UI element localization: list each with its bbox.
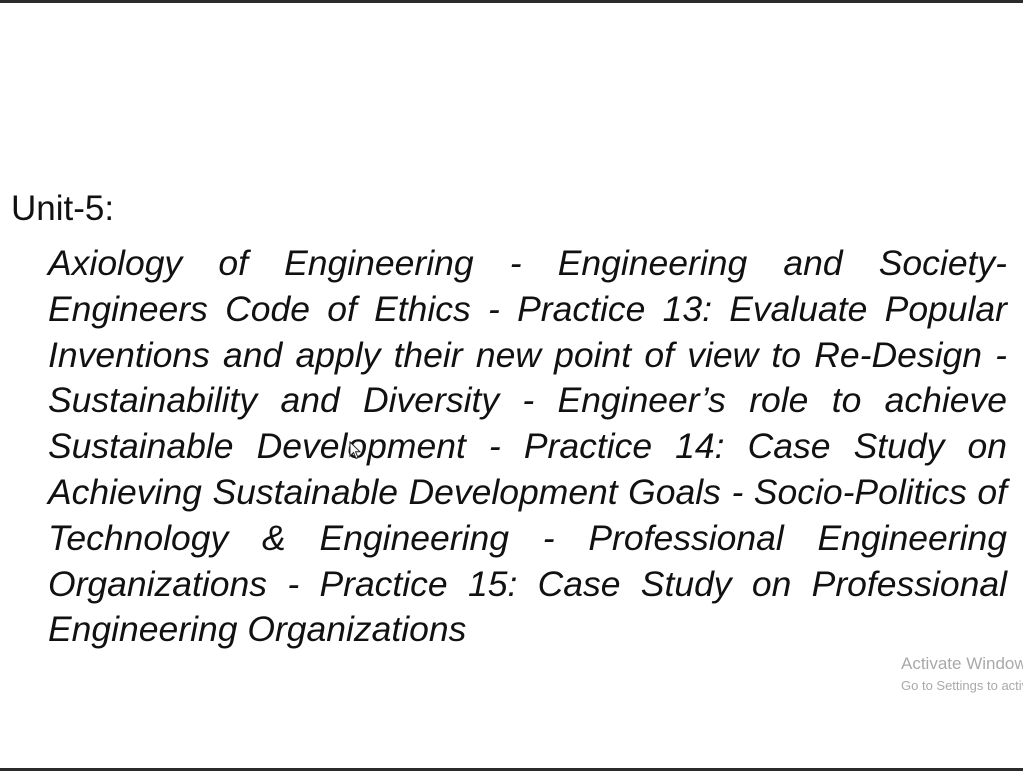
slide-heading: Unit-5: xyxy=(11,189,115,228)
mouse-pointer-icon xyxy=(349,441,361,460)
activate-windows-title: Activate Windows xyxy=(901,654,1023,673)
activate-windows-watermark: Activate Windows Go to Settings to activ… xyxy=(901,652,1023,696)
top-border xyxy=(0,0,1023,3)
slide-body-text: Axiology of Engineering - Engineering an… xyxy=(48,243,1007,650)
activate-windows-subtitle: Go to Settings to activate Windows. xyxy=(901,678,1023,693)
